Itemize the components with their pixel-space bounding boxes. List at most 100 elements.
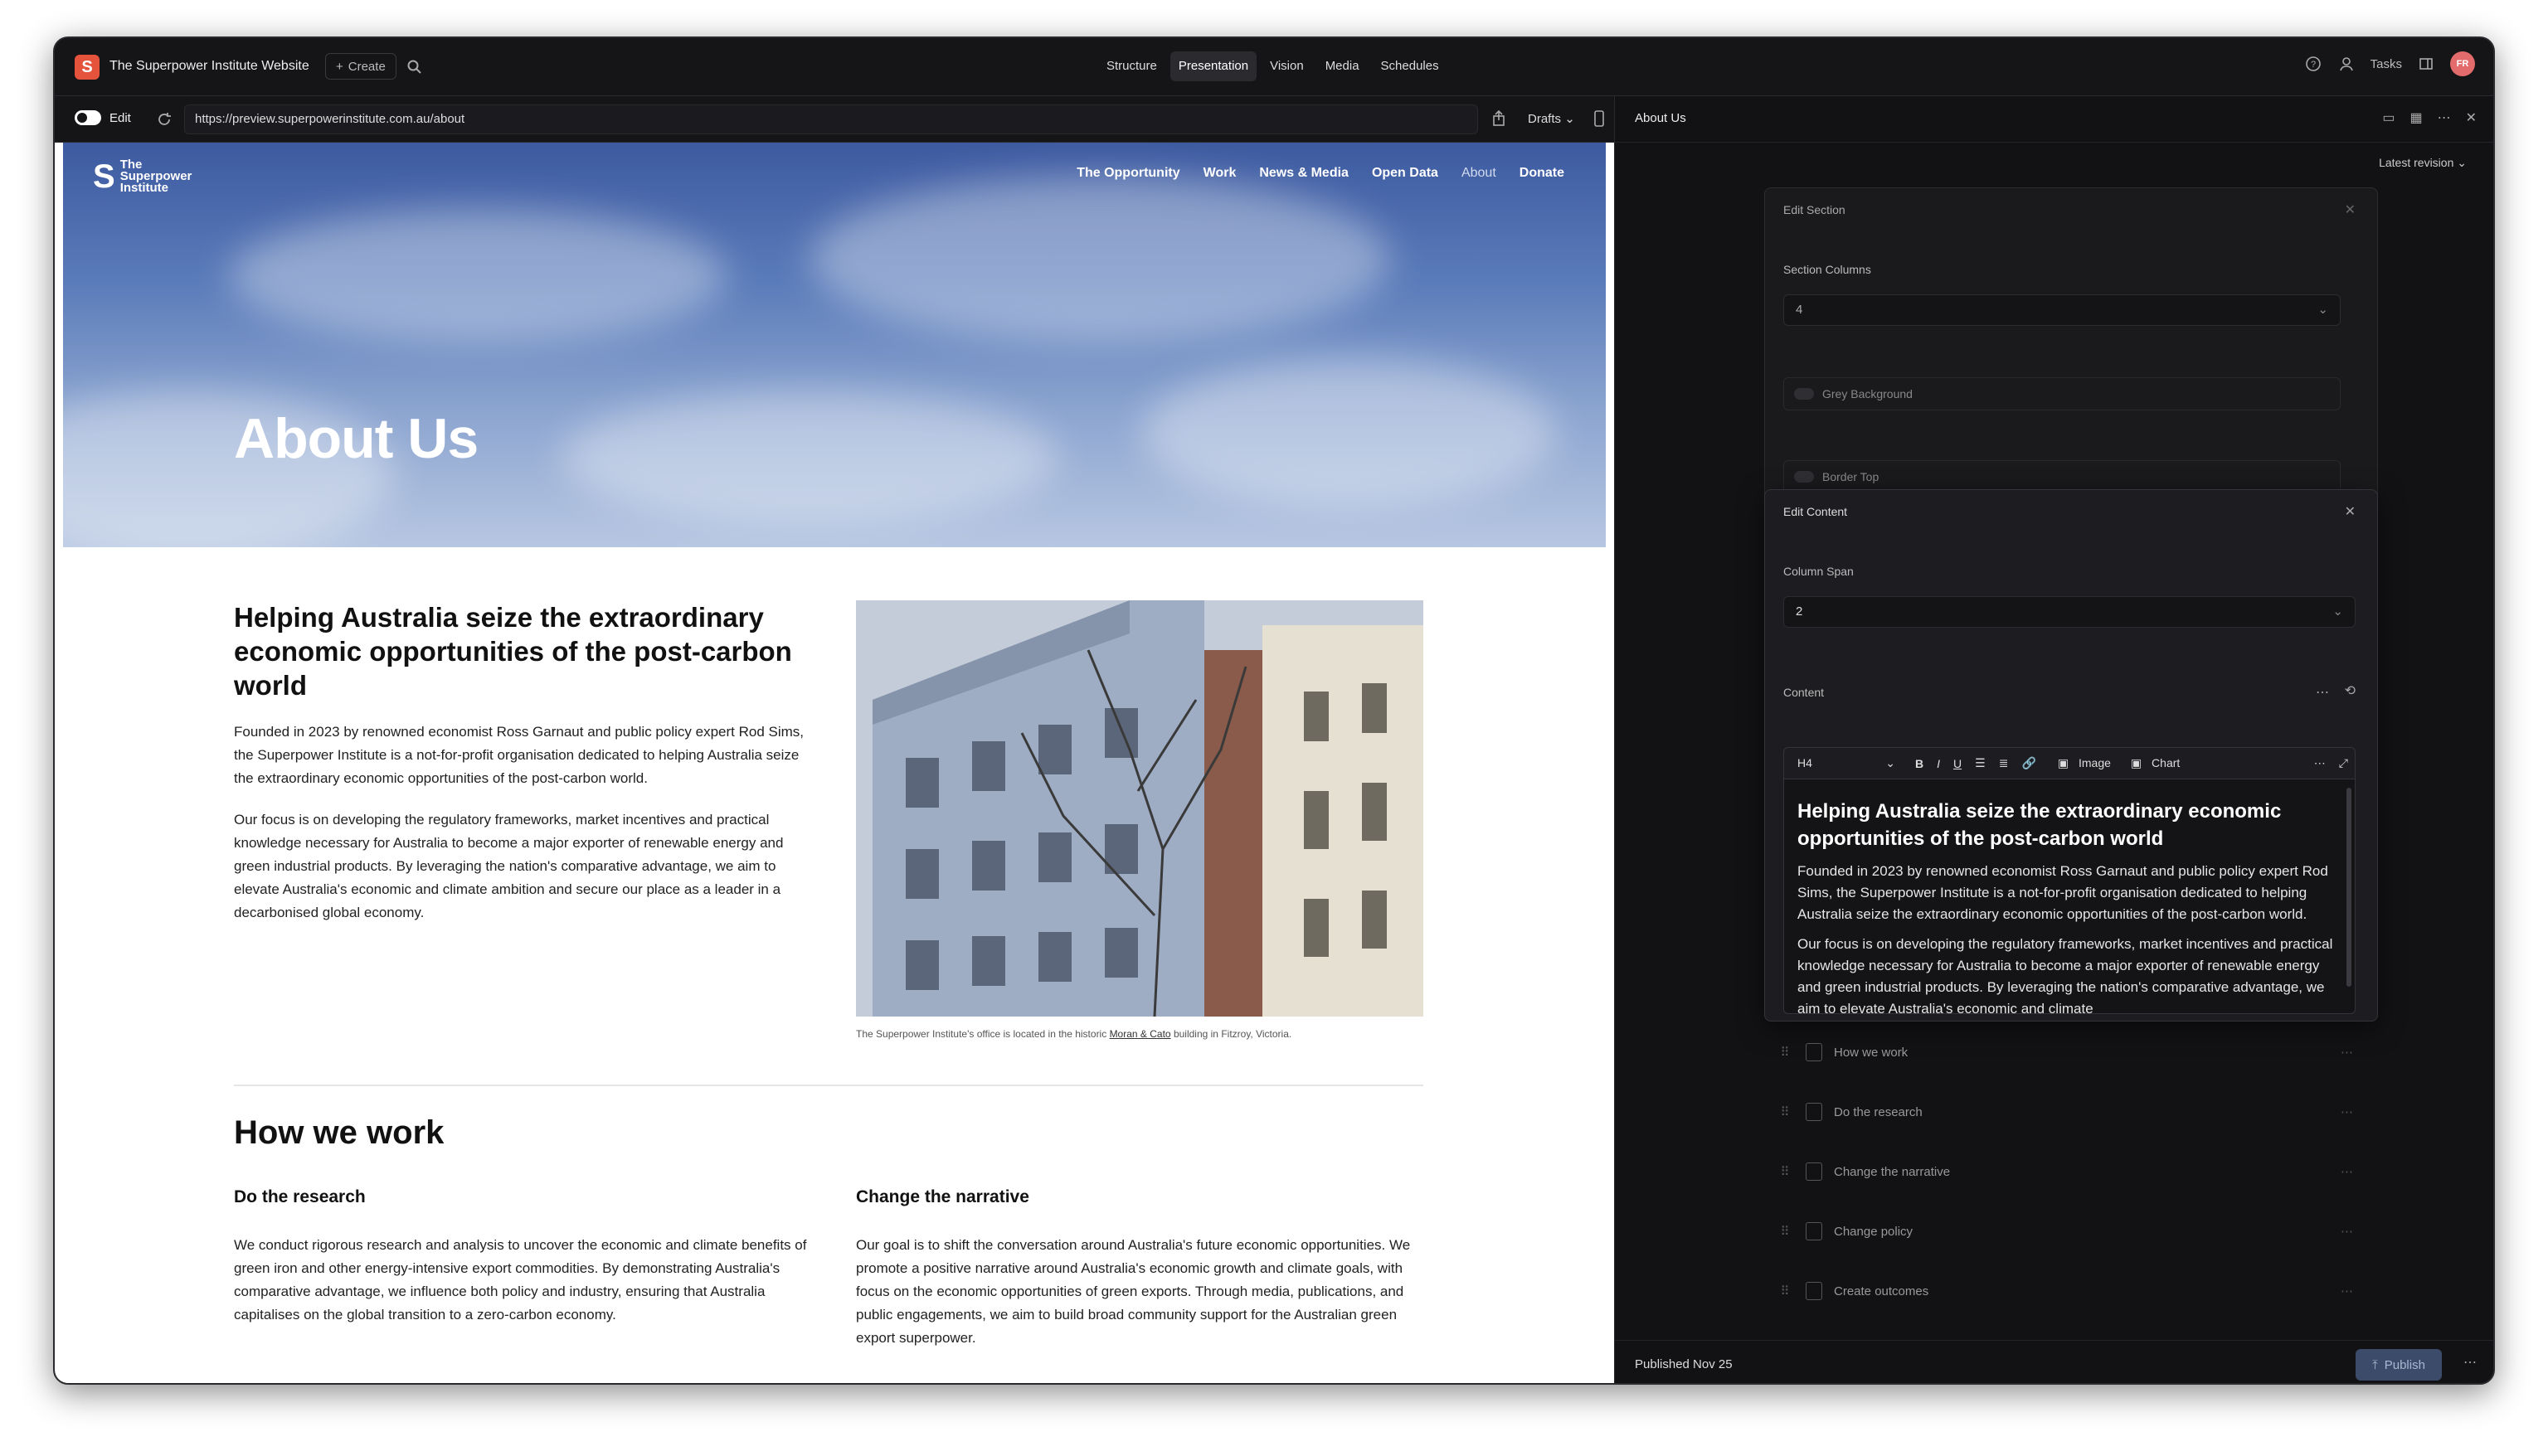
more-icon[interactable]: ⋯ (2438, 109, 2451, 126)
chevron-down-icon: ⌄ (2332, 604, 2343, 619)
editor-paragraph-1[interactable]: Founded in 2023 by renowned economist Ro… (1797, 861, 2341, 925)
column-span-label: Column Span (1783, 565, 1854, 578)
how-we-work-heading: How we work (234, 1114, 445, 1151)
edit-content-title: Edit Content (1783, 505, 1848, 518)
nav-structure[interactable]: Structure (1098, 51, 1165, 81)
footer-more-icon[interactable]: ⋯ (2463, 1354, 2477, 1371)
nav-media[interactable]: Media (1317, 51, 1368, 81)
hero-title: About Us (234, 407, 479, 470)
bold-icon[interactable]: B (1909, 757, 1930, 770)
close-icon[interactable]: ✕ (2466, 109, 2477, 126)
editor-toolbar: H4 ⌄ B I U ☰ ≣ 🔗 ▣ Image ▣ Chart ⋯ ⤢ (1783, 747, 2356, 779)
list-item[interactable]: ⠿ Create outcomes ⋯ (1772, 1270, 2353, 1312)
panel-title: About Us (1635, 111, 1686, 125)
list-item[interactable]: ⠿ Change policy ⋯ (1772, 1211, 2353, 1252)
chart-button[interactable]: ▣ Chart (2124, 756, 2193, 770)
edit-content-sheet: Edit Content ✕ Column Span 2 ⌄ Content ⋯ … (1764, 489, 2378, 1022)
site-nav-open-data[interactable]: Open Data (1372, 166, 1438, 181)
toolbar-more-icon[interactable]: ⋯ (2307, 756, 2332, 770)
comment-icon[interactable]: ▭ (2382, 109, 2395, 126)
site-nav-news[interactable]: News & Media (1259, 166, 1349, 181)
italic-icon[interactable]: I (1930, 757, 1947, 770)
editor-paragraph-2[interactable]: Our focus is on developing the regulator… (1797, 934, 2341, 1013)
revision-dropdown[interactable]: Latest revision ⌄ (2379, 156, 2467, 170)
publish-icon: ⤒ (2372, 1357, 2378, 1372)
list-item[interactable]: ⠿ How we work ⋯ (1772, 1031, 2353, 1073)
intro-column: Helping Australia seize the extraordinar… (234, 600, 814, 943)
intro-paragraph-2: Our focus is on developing the regulator… (234, 812, 784, 920)
expand-icon[interactable]: ⤢ (2332, 756, 2355, 770)
editor-heading[interactable]: Helping Australia seize the extraordinar… (1797, 798, 2341, 852)
grey-background-toggle[interactable]: Grey Background (1783, 377, 2341, 410)
underline-icon[interactable]: U (1947, 757, 1968, 770)
drag-handle-icon: ⠿ (1780, 1046, 1790, 1060)
bullet-list-icon[interactable]: ☰ (1968, 756, 1992, 770)
site-logo-text: The Superpower Institute (119, 158, 192, 195)
app-logo[interactable]: S (75, 55, 100, 80)
top-right-controls: ? Tasks FR (2304, 51, 2475, 76)
link-icon[interactable]: 🔗 (2015, 756, 2042, 770)
rich-text-editor[interactable]: Helping Australia seize the extraordinar… (1783, 779, 2356, 1014)
drag-handle-icon: ⠿ (1780, 1225, 1790, 1239)
share-icon[interactable] (1490, 109, 1508, 128)
website-preview: S The Superpower Institute The Opportunity… (63, 143, 1606, 1383)
numbered-list-icon[interactable]: ≣ (1992, 756, 2016, 770)
reload-icon[interactable] (154, 109, 174, 129)
site-nav-work[interactable]: Work (1203, 166, 1237, 181)
edit-toggle[interactable]: Edit (75, 110, 131, 125)
user-icon[interactable] (2337, 55, 2356, 73)
published-status: Published Nov 25 (1635, 1357, 1733, 1371)
site-nav-about[interactable]: About (1461, 166, 1496, 181)
drafts-dropdown[interactable]: Drafts ⌄ (1528, 111, 1575, 126)
edit-switch[interactable] (75, 110, 101, 125)
site-logo-mark: S (93, 158, 115, 195)
site-name[interactable]: The Superpower Institute Website (109, 59, 309, 74)
sync-icon[interactable]: ⟲ (2345, 682, 2356, 699)
nav-schedules[interactable]: Schedules (1373, 51, 1447, 81)
close-icon[interactable]: ✕ (2345, 201, 2356, 218)
site-nav-donate[interactable]: Donate (1520, 166, 1564, 181)
editor-scrollbar[interactable] (2346, 788, 2351, 987)
preview-pane: Edit https://preview.superpowerinstitute… (55, 96, 1614, 1383)
nav-presentation[interactable]: Presentation (1169, 51, 1257, 81)
building-photo (856, 600, 1423, 1017)
close-icon[interactable]: ✕ (2345, 503, 2356, 520)
layout-icon[interactable]: ▦ (2409, 109, 2422, 126)
publish-button[interactable]: ⤒ Publish (2356, 1349, 2442, 1381)
panel-footer: Published Nov 25 ⤒ Publish ⋯ (1615, 1340, 2493, 1383)
site-nav-opportunity[interactable]: The Opportunity (1077, 166, 1179, 181)
tasks-label[interactable]: Tasks (2371, 57, 2402, 71)
url-input[interactable]: https://preview.superpowerinstitute.com.… (184, 104, 1478, 134)
avatar[interactable]: FR (2450, 51, 2475, 76)
document-icon (1806, 1043, 1822, 1061)
hero-banner: S The Superpower Institute The Opportunity… (63, 143, 1606, 547)
create-label: Create (348, 59, 386, 74)
image-button[interactable]: ▣ Image (2051, 756, 2124, 770)
content-more-icon[interactable]: ⋯ (2316, 684, 2329, 701)
create-button[interactable]: + Create (325, 53, 396, 80)
format-select[interactable]: H4 ⌄ (1784, 756, 1909, 770)
app-window: S The Superpower Institute Website + Cre… (53, 36, 2495, 1385)
panel-toggle-icon[interactable] (2417, 55, 2435, 73)
top-nav: Structure Presentation Vision Media Sche… (1098, 51, 1447, 81)
help-icon[interactable]: ? (2304, 55, 2322, 73)
chevron-down-icon: ⌄ (2317, 303, 2328, 317)
search-icon[interactable] (406, 59, 423, 75)
nav-vision[interactable]: Vision (1262, 51, 1312, 81)
document-icon (1806, 1103, 1822, 1121)
drafts-label: Drafts (1528, 112, 1562, 126)
mobile-device-icon[interactable] (1591, 109, 1607, 128)
more-icon: ⋯ (2341, 1046, 2353, 1060)
caption-link[interactable]: Moran & Cato (1110, 1028, 1171, 1040)
column-span-select[interactable]: 2 ⌄ (1783, 596, 2356, 628)
chevron-down-icon: ⌄ (1564, 112, 1575, 126)
border-top-toggle[interactable]: Border Top (1783, 460, 2341, 493)
list-item[interactable]: ⠿ Change the narrative ⋯ (1772, 1151, 2353, 1192)
list-item[interactable]: ⠿ Do the research ⋯ (1772, 1091, 2353, 1133)
site-logo[interactable]: S The Superpower Institute (93, 158, 192, 195)
url-bar: Edit https://preview.superpowerinstitute… (55, 96, 1614, 143)
svg-text:?: ? (2311, 60, 2316, 70)
more-icon: ⋯ (2341, 1225, 2353, 1239)
document-icon (1806, 1162, 1822, 1181)
section-columns-select[interactable]: 4 ⌄ (1783, 294, 2341, 326)
